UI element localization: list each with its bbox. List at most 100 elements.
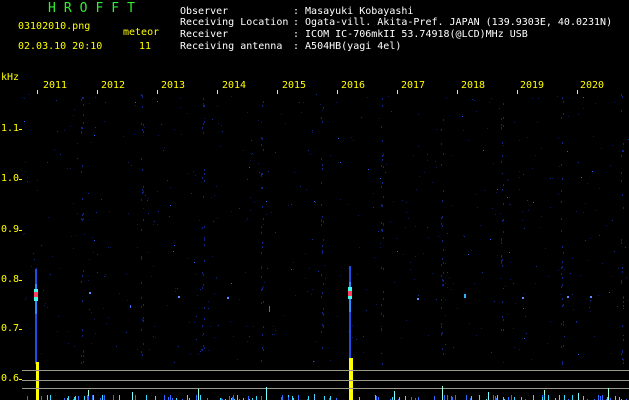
noise-pixel	[381, 206, 382, 207]
noise-streak	[563, 345, 564, 347]
noise-streak	[382, 159, 383, 161]
noise-pixel	[523, 308, 524, 309]
noise-pixel	[243, 150, 244, 151]
noise-pixel	[548, 276, 549, 277]
noise-pixel	[247, 341, 248, 342]
spike	[308, 396, 309, 400]
noise-pixel	[418, 114, 419, 115]
spike	[132, 392, 133, 400]
noise-pixel	[318, 271, 319, 272]
noise-pixel	[499, 108, 500, 109]
noise-pixel	[495, 214, 496, 215]
noise-streak	[261, 302, 262, 304]
noise-pixel	[45, 303, 46, 304]
noise-pixel	[471, 250, 472, 251]
noise-streak	[501, 118, 502, 120]
noise-pixel	[508, 179, 509, 180]
noise-pixel	[614, 251, 615, 252]
noise-pixel	[447, 287, 448, 288]
noise-pixel	[463, 235, 464, 236]
noise-streak	[141, 199, 142, 201]
noise-pixel	[59, 268, 60, 269]
noise-pixel	[158, 135, 159, 136]
spike	[135, 395, 136, 400]
noise-streak	[322, 245, 323, 247]
noise-pixel	[397, 251, 398, 252]
noise-streak	[442, 279, 443, 281]
noise-pixel	[258, 163, 259, 164]
spike	[282, 395, 283, 400]
noise-streak	[501, 262, 502, 264]
noise-pixel	[514, 347, 515, 348]
noise-pixel	[510, 262, 511, 263]
noise-pixel	[246, 326, 247, 327]
noise-pixel	[309, 268, 310, 269]
noise-pixel	[449, 277, 450, 278]
noise-pixel	[233, 336, 234, 337]
spike	[471, 396, 472, 400]
noise-pixel	[37, 180, 38, 181]
noise-streak	[203, 196, 204, 198]
observer-value: : Masayuki Kobayashi	[293, 6, 414, 17]
noise-streak	[261, 173, 262, 175]
noise-streak	[622, 325, 623, 327]
noise-pixel	[614, 102, 615, 103]
noise-pixel	[525, 316, 526, 317]
noise-streak	[83, 213, 84, 215]
baseline-top	[22, 370, 629, 371]
noise-streak	[561, 323, 562, 325]
noise-streak	[81, 281, 82, 283]
noise-pixel	[390, 221, 391, 222]
noise-pixel	[119, 293, 120, 294]
noise-pixel	[380, 178, 381, 179]
noise-streak	[502, 259, 503, 261]
noise-streak	[562, 246, 563, 248]
noise-pixel	[552, 178, 553, 179]
spike	[88, 396, 89, 400]
spike	[394, 391, 395, 400]
noise-streak	[203, 105, 204, 107]
noise-pixel	[611, 353, 612, 354]
noise-pixel	[105, 102, 106, 103]
noise-pixel	[173, 251, 174, 252]
noise-pixel	[340, 199, 341, 200]
noise-pixel	[451, 155, 452, 156]
noise-pixel	[463, 130, 464, 131]
noise-pixel	[169, 216, 170, 217]
noise-pixel	[453, 283, 454, 284]
noise-streak	[382, 155, 383, 157]
noise-pixel	[348, 331, 349, 332]
noise-pixel	[601, 148, 602, 149]
noise-streak	[621, 110, 622, 112]
noise-pixel	[436, 167, 437, 168]
noise-pixel	[413, 155, 414, 156]
noise-pixel	[558, 270, 559, 271]
noise-pixel	[618, 268, 619, 269]
noise-pixel	[480, 225, 481, 226]
noise-pixel	[250, 160, 251, 161]
noise-pixel	[47, 162, 48, 163]
noise-pixel	[457, 308, 458, 309]
noise-pixel	[612, 145, 613, 146]
noise-streak	[83, 270, 84, 272]
noise-pixel	[594, 336, 595, 337]
noise-pixel	[432, 182, 433, 183]
noise-pixel	[477, 207, 478, 208]
spike	[444, 395, 445, 400]
noise-pixel	[519, 140, 520, 141]
noise-pixel	[70, 126, 71, 127]
noise-streak	[204, 239, 205, 241]
noise-pixel	[246, 220, 247, 221]
noise-streak	[263, 149, 264, 151]
noise-pixel	[509, 204, 510, 205]
noise-streak	[204, 260, 205, 262]
spike	[511, 395, 512, 400]
noise-streak	[561, 117, 562, 119]
noise-streak	[143, 304, 144, 306]
noise-streak	[383, 166, 384, 168]
noise-pixel	[25, 171, 26, 172]
noise-streak	[563, 324, 564, 326]
noise-pixel	[489, 102, 490, 103]
noise-pixel	[268, 171, 269, 172]
spike	[47, 395, 48, 400]
